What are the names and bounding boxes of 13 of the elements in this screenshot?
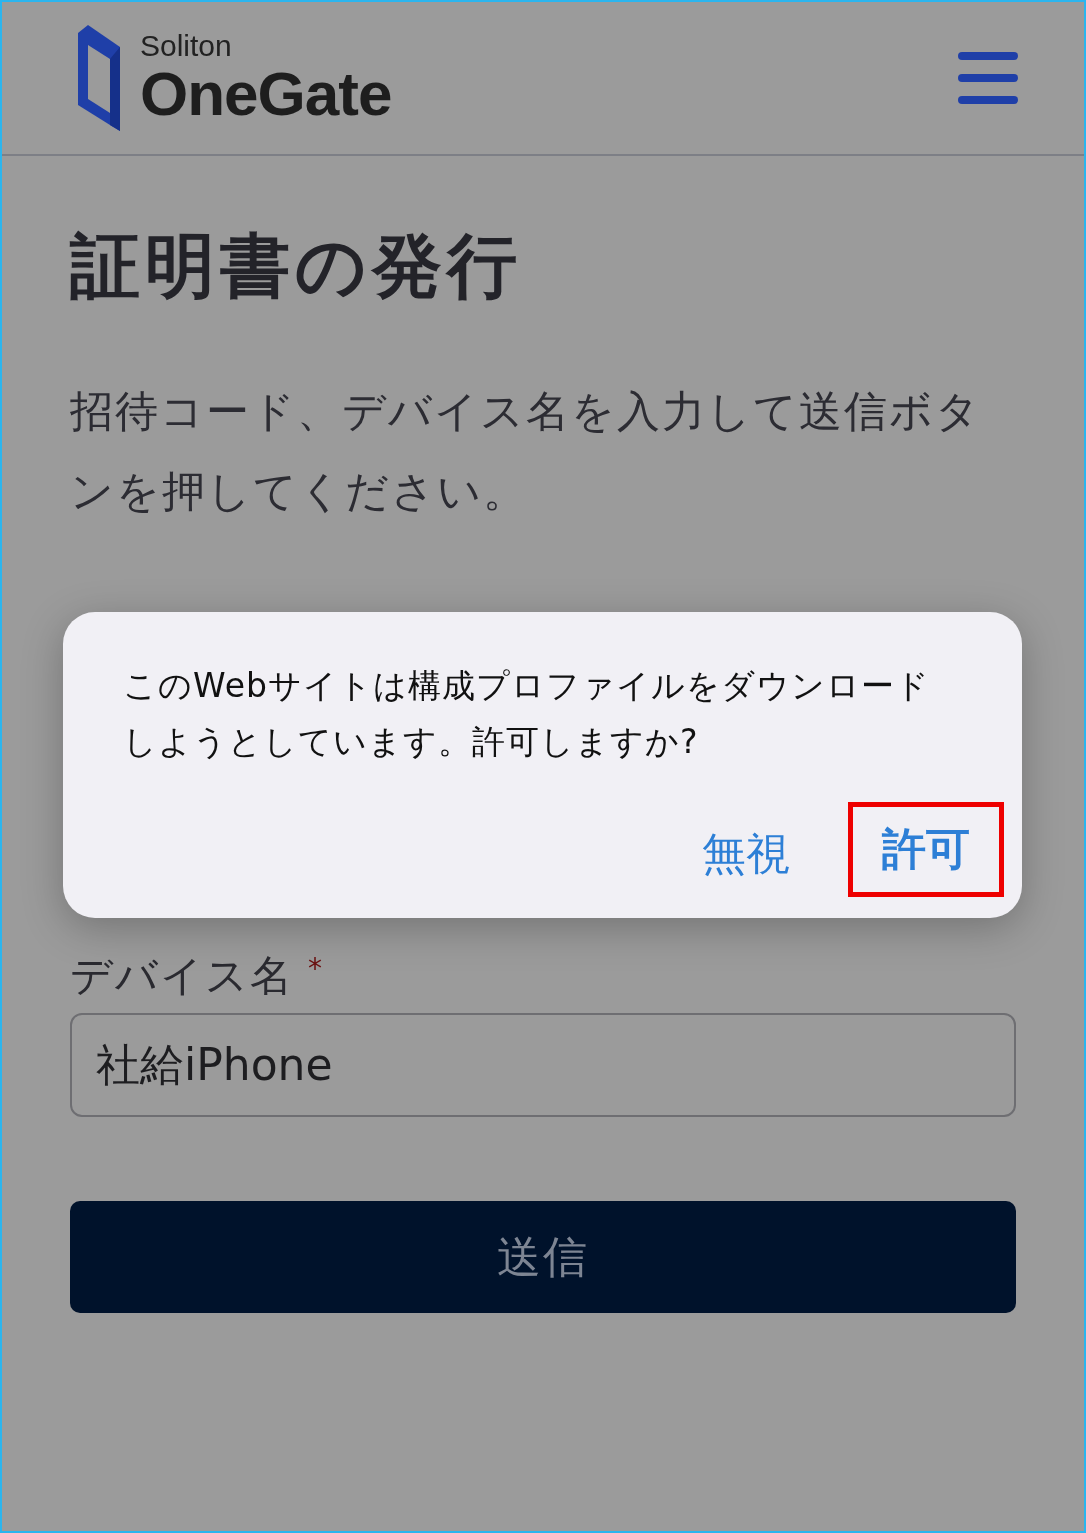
submit-button[interactable]: 送信 <box>70 1201 1016 1313</box>
logo-icon <box>76 25 122 131</box>
brand-name: OneGate <box>140 62 392 126</box>
field-label: デバイス名 <box>70 950 294 1002</box>
menu-icon[interactable] <box>958 52 1018 104</box>
ignore-button[interactable]: 無視 <box>682 814 810 895</box>
dialog-message: このWebサイトは構成プロファイルをダウンロードしようとしています。許可しますか? <box>123 665 931 763</box>
allow-button[interactable]: 許可 <box>850 804 1002 895</box>
page-title: 証明書の発行 <box>70 224 523 309</box>
brand-subtitle: Soliton <box>140 30 233 62</box>
input-field[interactable]: 社給iPhone <box>70 1013 1016 1117</box>
instruction-text: 招待コード、デバイス名を入力して送信ボタンを押してください。 <box>70 385 982 518</box>
required-mark: * <box>308 952 322 985</box>
